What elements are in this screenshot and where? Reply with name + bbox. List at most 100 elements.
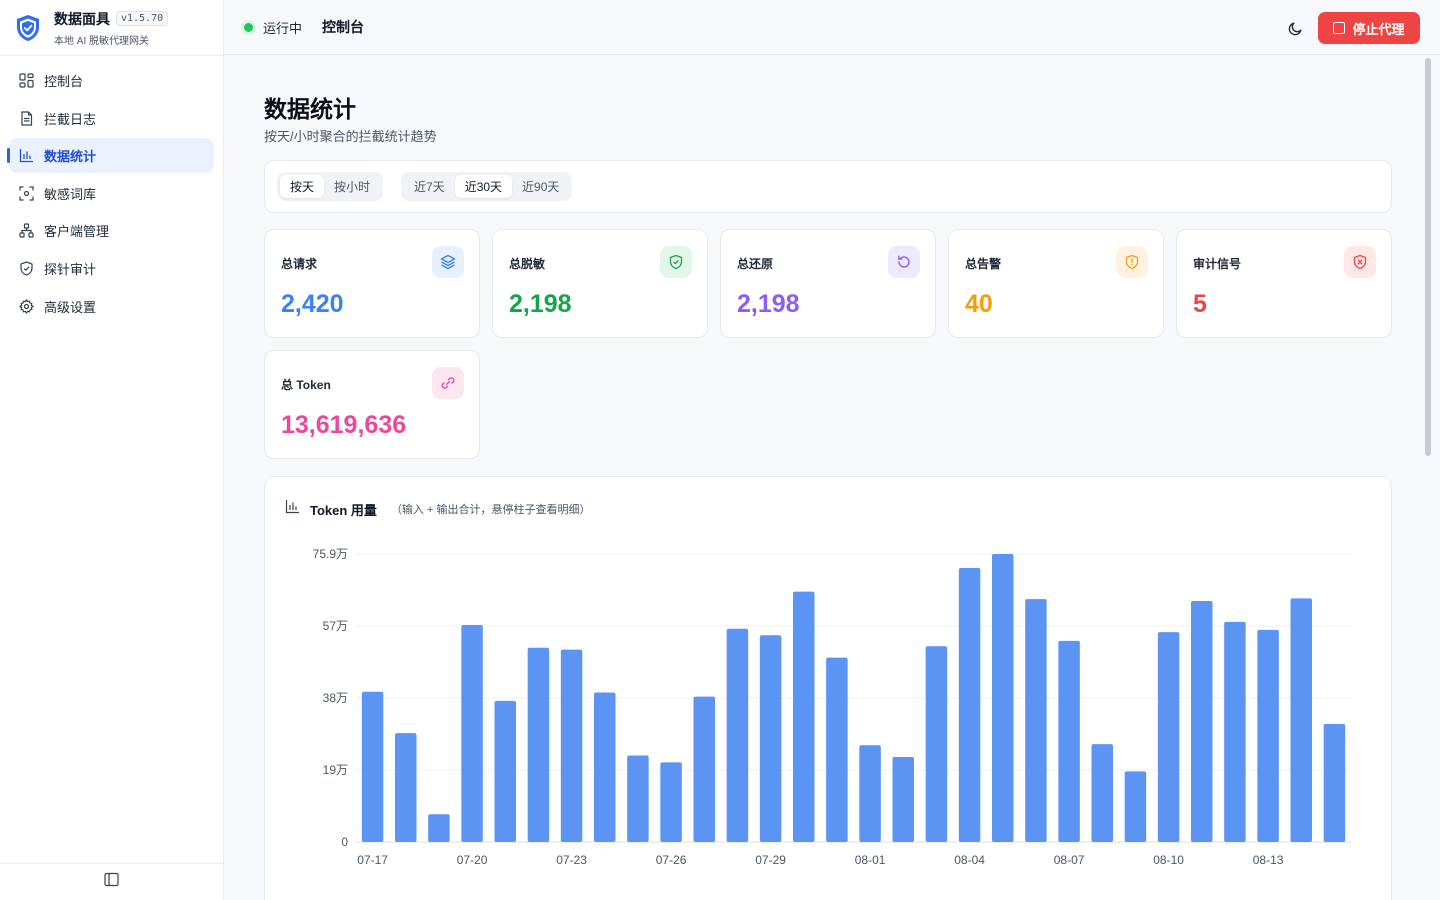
x-tick-label: 08-04 (954, 853, 985, 867)
bar-08-05[interactable] (992, 554, 1014, 842)
stat-label: 审计信号 (1193, 257, 1242, 271)
sidebar-item-label: 数据统计 (44, 149, 97, 165)
brand: 数据面具 v1.5.70 本地 AI 脱敏代理网关 (0, 0, 223, 56)
range-7d-button[interactable]: 近7天 (404, 175, 455, 198)
filter-bar: 按天 按小时 近7天 近30天 近90天 (264, 160, 1392, 213)
topbar: 运行中 控制台 停止代理 (224, 0, 1440, 55)
stop-icon (1333, 22, 1346, 34)
sidebar-toggle-icon[interactable] (104, 872, 119, 892)
shield-alert-icon (1116, 246, 1148, 278)
bar-07-31[interactable] (826, 657, 848, 842)
scan-icon (19, 186, 34, 201)
bar-08-12[interactable] (1224, 621, 1246, 842)
range-toggle: 近7天 近30天 近90天 (401, 172, 573, 201)
sidebar-item-clients[interactable]: 客户端管理 (9, 213, 214, 248)
bar-chart-icon (19, 148, 34, 163)
bar-08-04[interactable] (958, 568, 981, 842)
bar-07-28[interactable] (726, 628, 749, 842)
dashboard-icon (19, 73, 34, 88)
granularity-day-button[interactable]: 按天 (280, 175, 325, 198)
network-icon (19, 223, 34, 238)
sidebar-item-statistics[interactable]: 数据统计 (7, 138, 214, 174)
bar-07-20[interactable] (461, 624, 483, 842)
bar-07-22[interactable] (527, 647, 550, 842)
y-tick-label: 57万 (323, 619, 348, 633)
stat-value: 2,198 (509, 290, 572, 318)
bar-08-09[interactable] (1124, 771, 1147, 842)
bar-07-27[interactable] (693, 696, 716, 842)
x-tick-label: 07-29 (755, 853, 786, 867)
shield-logo-icon (14, 13, 42, 43)
stat-card-total-requests: 总请求 2,420 (264, 229, 480, 338)
bar-08-13[interactable] (1257, 629, 1279, 842)
shield-check-icon (660, 246, 692, 278)
stat-label: 总还原 (737, 257, 774, 271)
token-usage-chart-card: Token 用量 （输入 + 输出合计，悬停柱子查看明细） 0 19万 38万 57万… (264, 476, 1392, 900)
y-tick-label: 19万 (323, 763, 348, 777)
bar-08-14[interactable] (1290, 598, 1313, 842)
bar-07-30[interactable] (793, 591, 815, 842)
stop-proxy-label: 停止代理 (1352, 21, 1405, 37)
stat-card-total-restored: 总还原 2,198 (720, 229, 936, 338)
bar-08-01[interactable] (859, 745, 881, 842)
scrollbar[interactable] (1422, 56, 1434, 900)
stat-label: 总 Token (281, 378, 331, 392)
shield-check-icon (19, 261, 34, 276)
bar-07-23[interactable] (560, 649, 583, 842)
sidebar-item-logs[interactable]: 拦截日志 (9, 101, 214, 136)
brand-subtitle: 本地 AI 脱敏代理网关 (54, 35, 150, 47)
sidebar-item-label: 高级设置 (44, 299, 97, 315)
x-tick-label: 08-10 (1153, 853, 1184, 867)
stat-value: 2,420 (281, 290, 344, 318)
sidebar-item-dashboard[interactable]: 控制台 (9, 63, 214, 98)
page-subtitle: 按天/小时聚合的拦截统计趋势 (264, 129, 437, 144)
bar-07-26[interactable] (660, 762, 682, 842)
bar-08-06[interactable] (1025, 599, 1047, 842)
bar-08-10[interactable] (1157, 632, 1180, 842)
stat-label: 总脱敏 (509, 257, 546, 271)
range-30d-button[interactable]: 近30天 (454, 175, 513, 198)
sidebar-nav: 控制台 拦截日志 数据统计 敏感词库 客户端管理 探针审计 高级设置 (0, 56, 223, 333)
y-tick-label: 38万 (323, 691, 348, 705)
bar-07-17[interactable] (361, 691, 384, 842)
rotate-ccw-icon (888, 246, 920, 278)
bar-08-03[interactable] (925, 646, 948, 842)
granularity-hour-button[interactable]: 按小时 (324, 175, 380, 198)
sidebar-item-probe-audit[interactable]: 探针审计 (9, 251, 214, 286)
stat-card-audit-signals: 审计信号 5 (1176, 229, 1392, 338)
sidebar-item-sensitive-words[interactable]: 敏感词库 (9, 176, 214, 211)
status-text: 运行中 (263, 20, 303, 36)
moon-icon[interactable] (1286, 19, 1304, 37)
bar-08-02[interactable] (892, 757, 915, 842)
y-tick-label: 75.9万 (313, 547, 348, 561)
x-tick-label: 08-01 (855, 853, 886, 867)
stat-card-total-masked: 总脱敏 2,198 (492, 229, 708, 338)
sidebar-item-label: 敏感词库 (44, 186, 97, 202)
bar-07-29[interactable] (759, 635, 782, 842)
x-tick-label: 08-13 (1253, 853, 1284, 867)
document-icon (19, 110, 34, 126)
bar-08-11[interactable] (1191, 601, 1213, 842)
stat-value: 40 (965, 290, 993, 318)
sidebar-item-label: 探针审计 (44, 261, 97, 277)
sidebar-item-advanced-settings[interactable]: 高级设置 (9, 289, 214, 324)
bar-07-18[interactable] (395, 733, 417, 842)
stop-proxy-button[interactable]: 停止代理 (1318, 12, 1420, 44)
version-badge: v1.5.70 (116, 11, 169, 26)
bar-08-08[interactable] (1091, 744, 1114, 842)
stat-value: 5 (1193, 290, 1207, 318)
bar-08-07[interactable] (1058, 640, 1080, 842)
shield-x-icon (1344, 246, 1376, 278)
bar-08-15[interactable] (1323, 723, 1346, 842)
scrollbar-thumb[interactable] (1425, 58, 1431, 456)
topbar-title: 控制台 (322, 19, 365, 35)
sidebar-item-label: 控制台 (44, 74, 84, 89)
bar-07-21[interactable] (494, 700, 517, 842)
sidebar-footer (0, 863, 223, 900)
bar-07-24[interactable] (594, 692, 616, 842)
bar-07-25[interactable] (627, 755, 649, 842)
sidebar: 数据面具 v1.5.70 本地 AI 脱敏代理网关 控制台 拦截日志 数据统计 … (0, 0, 224, 900)
gear-icon (19, 298, 34, 314)
range-90d-button[interactable]: 近90天 (512, 175, 569, 198)
bar-07-19[interactable] (428, 814, 450, 842)
